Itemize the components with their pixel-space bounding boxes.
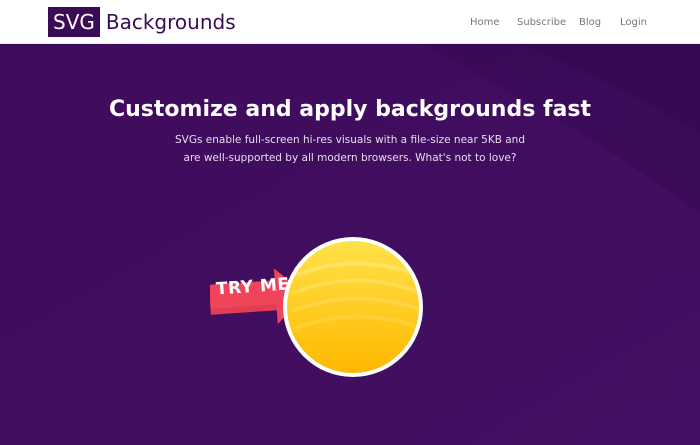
- nav-blog[interactable]: Blog: [579, 17, 601, 28]
- yellow-orb-icon[interactable]: [281, 235, 425, 379]
- nav-login[interactable]: Login: [620, 17, 647, 28]
- logo-text: Backgrounds: [105, 10, 236, 34]
- hero-subtitle: SVGs enable full-screen hi-res visuals w…: [150, 131, 550, 167]
- logo-box: SVG: [48, 7, 100, 37]
- hero-section: Customize and apply backgrounds fast SVG…: [0, 44, 700, 445]
- nav-subscribe[interactable]: Subscribe: [517, 17, 566, 28]
- page-title: Customize and apply backgrounds fast: [108, 97, 591, 122]
- header: SVG Backgrounds Home Subscribe Blog Logi…: [0, 0, 700, 44]
- logo[interactable]: SVG Backgrounds: [48, 7, 236, 37]
- nav-home[interactable]: Home: [470, 17, 500, 28]
- hero-subtitle-line-1: SVGs enable full-screen hi-res visuals w…: [175, 134, 525, 146]
- hero-subtitle-line-2: are well-supported by all modern browser…: [183, 152, 517, 164]
